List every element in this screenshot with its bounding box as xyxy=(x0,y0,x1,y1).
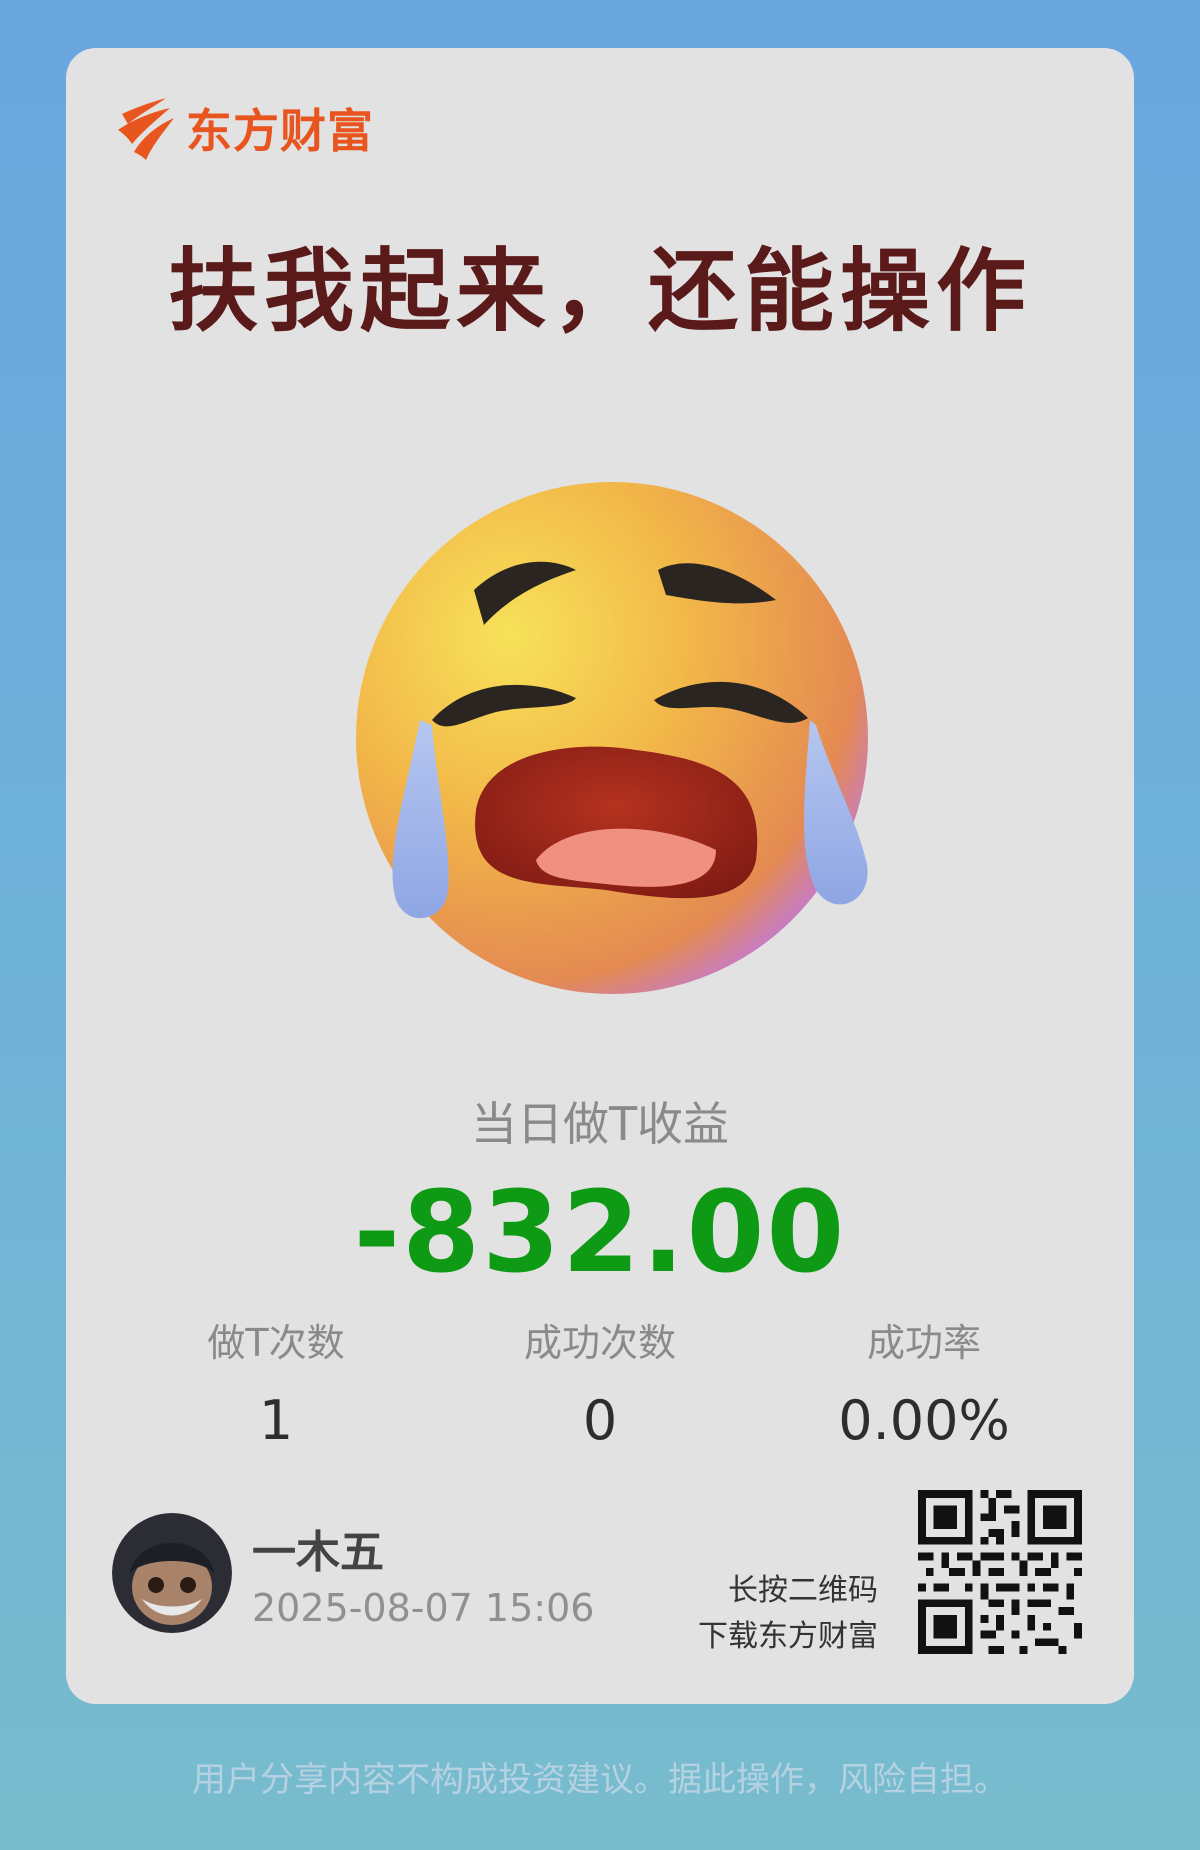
share-card: 东方财富 扶我起来，还能操作 当日做T收益 -832.00 做T次数 1 成功次… xyxy=(66,48,1134,1704)
stat-trade-count: 做T次数 1 xyxy=(146,1318,406,1456)
disclaimer: 用户分享内容不构成投资建议。据此操作，风险自担。 xyxy=(192,1760,1008,1800)
brand-logo: 东方财富 xyxy=(112,94,374,162)
timestamp: 2025-08-07 15:06 xyxy=(252,1586,595,1630)
flame-logo-icon xyxy=(118,98,174,160)
stats-row: 做T次数 1 成功次数 0 成功率 0.00% xyxy=(66,1318,1134,1458)
profit-value: -832.00 xyxy=(353,1168,847,1298)
user-text: 一木五 2025-08-07 15:06 xyxy=(252,1516,594,1630)
username[interactable]: 一木五 xyxy=(252,1516,594,1580)
qr-caption: 长按二维码 下载东方财富 xyxy=(698,1568,878,1660)
stat-value: 0.00% xyxy=(838,1389,1010,1452)
loudly-crying-face-icon xyxy=(356,482,868,994)
stat-label: 成功率 xyxy=(866,1321,981,1365)
user-info-block: 一木五 2025-08-07 15:06 xyxy=(112,1510,594,1636)
qr-caption-line1: 长按二维码 xyxy=(728,1573,878,1608)
stat-label: 做T次数 xyxy=(207,1321,345,1365)
brand-name: 东方财富 xyxy=(186,104,374,158)
avatar[interactable] xyxy=(112,1513,232,1633)
qr-code-icon[interactable] xyxy=(918,1490,1082,1654)
profit-label: 当日做T收益 xyxy=(470,1097,730,1151)
qr-caption-line2: 下载东方财富 xyxy=(698,1619,878,1654)
stat-success-count: 成功次数 0 xyxy=(470,1318,730,1456)
headline: 扶我起来，还能操作 xyxy=(168,239,1032,344)
stat-success-rate: 成功率 0.00% xyxy=(794,1318,1054,1456)
stat-value: 0 xyxy=(582,1389,618,1452)
stat-value: 1 xyxy=(258,1389,294,1452)
stat-label: 成功次数 xyxy=(523,1321,676,1365)
